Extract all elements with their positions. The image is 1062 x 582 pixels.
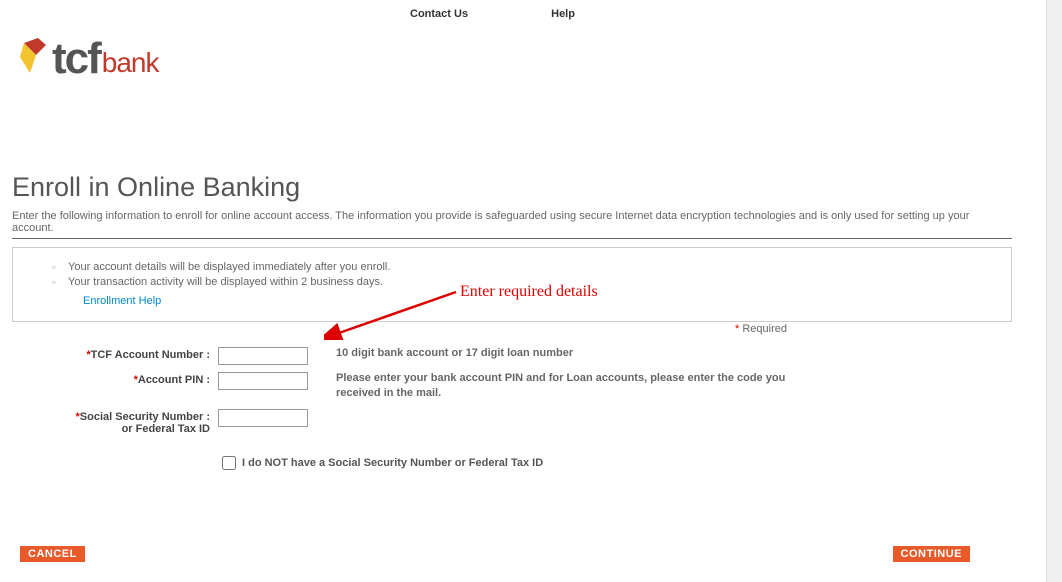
ssn-input[interactable]	[218, 409, 308, 427]
ssn-label: *Social Security Number : or Federal Tax…	[12, 408, 218, 435]
info-bullet-1: Your account details will be displayed i…	[68, 260, 1001, 275]
page-title: Enroll in Online Banking	[12, 172, 300, 203]
account-number-hint: 10 digit bank account or 17 digit loan n…	[318, 346, 798, 361]
help-link[interactable]: Help	[551, 8, 575, 20]
no-ssn-checkbox[interactable]	[222, 456, 236, 470]
enrollment-help-link[interactable]: Enrollment Help	[83, 295, 161, 307]
logo: tcf bank	[18, 35, 159, 79]
account-pin-label: *Account PIN :	[12, 371, 218, 386]
contact-us-link[interactable]: Contact Us	[410, 8, 468, 20]
continue-button[interactable]: CONTINUE	[893, 546, 970, 562]
required-indicator: * Required	[735, 323, 787, 335]
no-ssn-label: I do NOT have a Social Security Number o…	[242, 457, 543, 469]
vertical-scrollbar[interactable]	[1046, 0, 1062, 582]
annotation-text: Enter required details	[460, 283, 598, 301]
logo-text-bank: bank	[102, 50, 159, 75]
intro-text: Enter the following information to enrol…	[12, 210, 1012, 239]
cancel-button[interactable]: CANCEL	[20, 546, 85, 562]
account-number-label: *TCF Account Number :	[12, 346, 218, 361]
logo-icon	[18, 35, 50, 79]
account-pin-hint: Please enter your bank account PIN and f…	[318, 371, 798, 402]
enrollment-form: *TCF Account Number : 10 digit bank acco…	[12, 346, 1012, 441]
account-number-input[interactable]	[218, 347, 308, 365]
logo-text-tcf: tcf	[52, 39, 100, 79]
account-pin-input[interactable]	[218, 372, 308, 390]
